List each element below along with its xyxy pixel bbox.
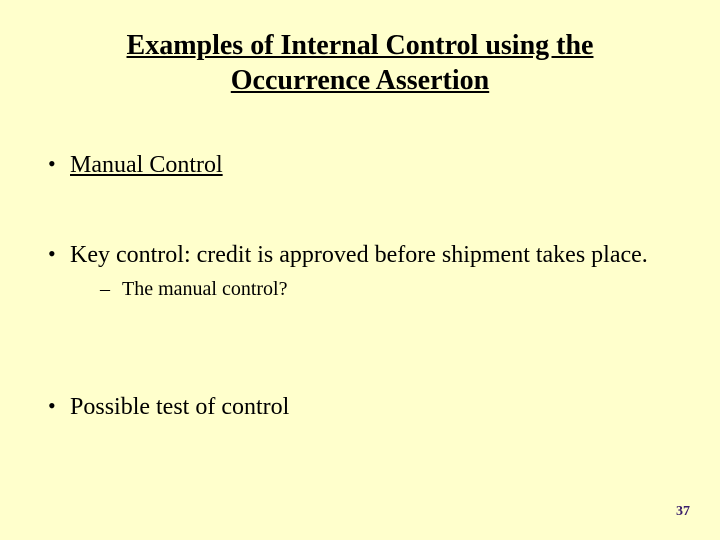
bullet-text: Key control: credit is approved before s…: [70, 242, 648, 268]
subbullet-text: The manual control?: [122, 278, 288, 300]
title-line-1: Examples of Internal Control using the: [127, 30, 594, 61]
bullet-text: Possible test of control: [70, 394, 289, 420]
subbullet-manual-control-question: The manual control?: [70, 276, 680, 302]
slide-body: Manual Control Key control: credit is ap…: [40, 150, 680, 422]
bullet-manual-control: Manual Control: [40, 150, 680, 180]
page-number: 37: [676, 504, 690, 520]
title-line-2: Occurrence Assertion: [231, 65, 489, 96]
bullet-text: Manual Control: [70, 152, 223, 178]
bullet-possible-test: Possible test of control: [40, 392, 680, 422]
bullet-key-control: Key control: credit is approved before s…: [40, 240, 680, 302]
slide-title: Examples of Internal Control using the O…: [0, 0, 720, 98]
slide: Examples of Internal Control using the O…: [0, 0, 720, 540]
